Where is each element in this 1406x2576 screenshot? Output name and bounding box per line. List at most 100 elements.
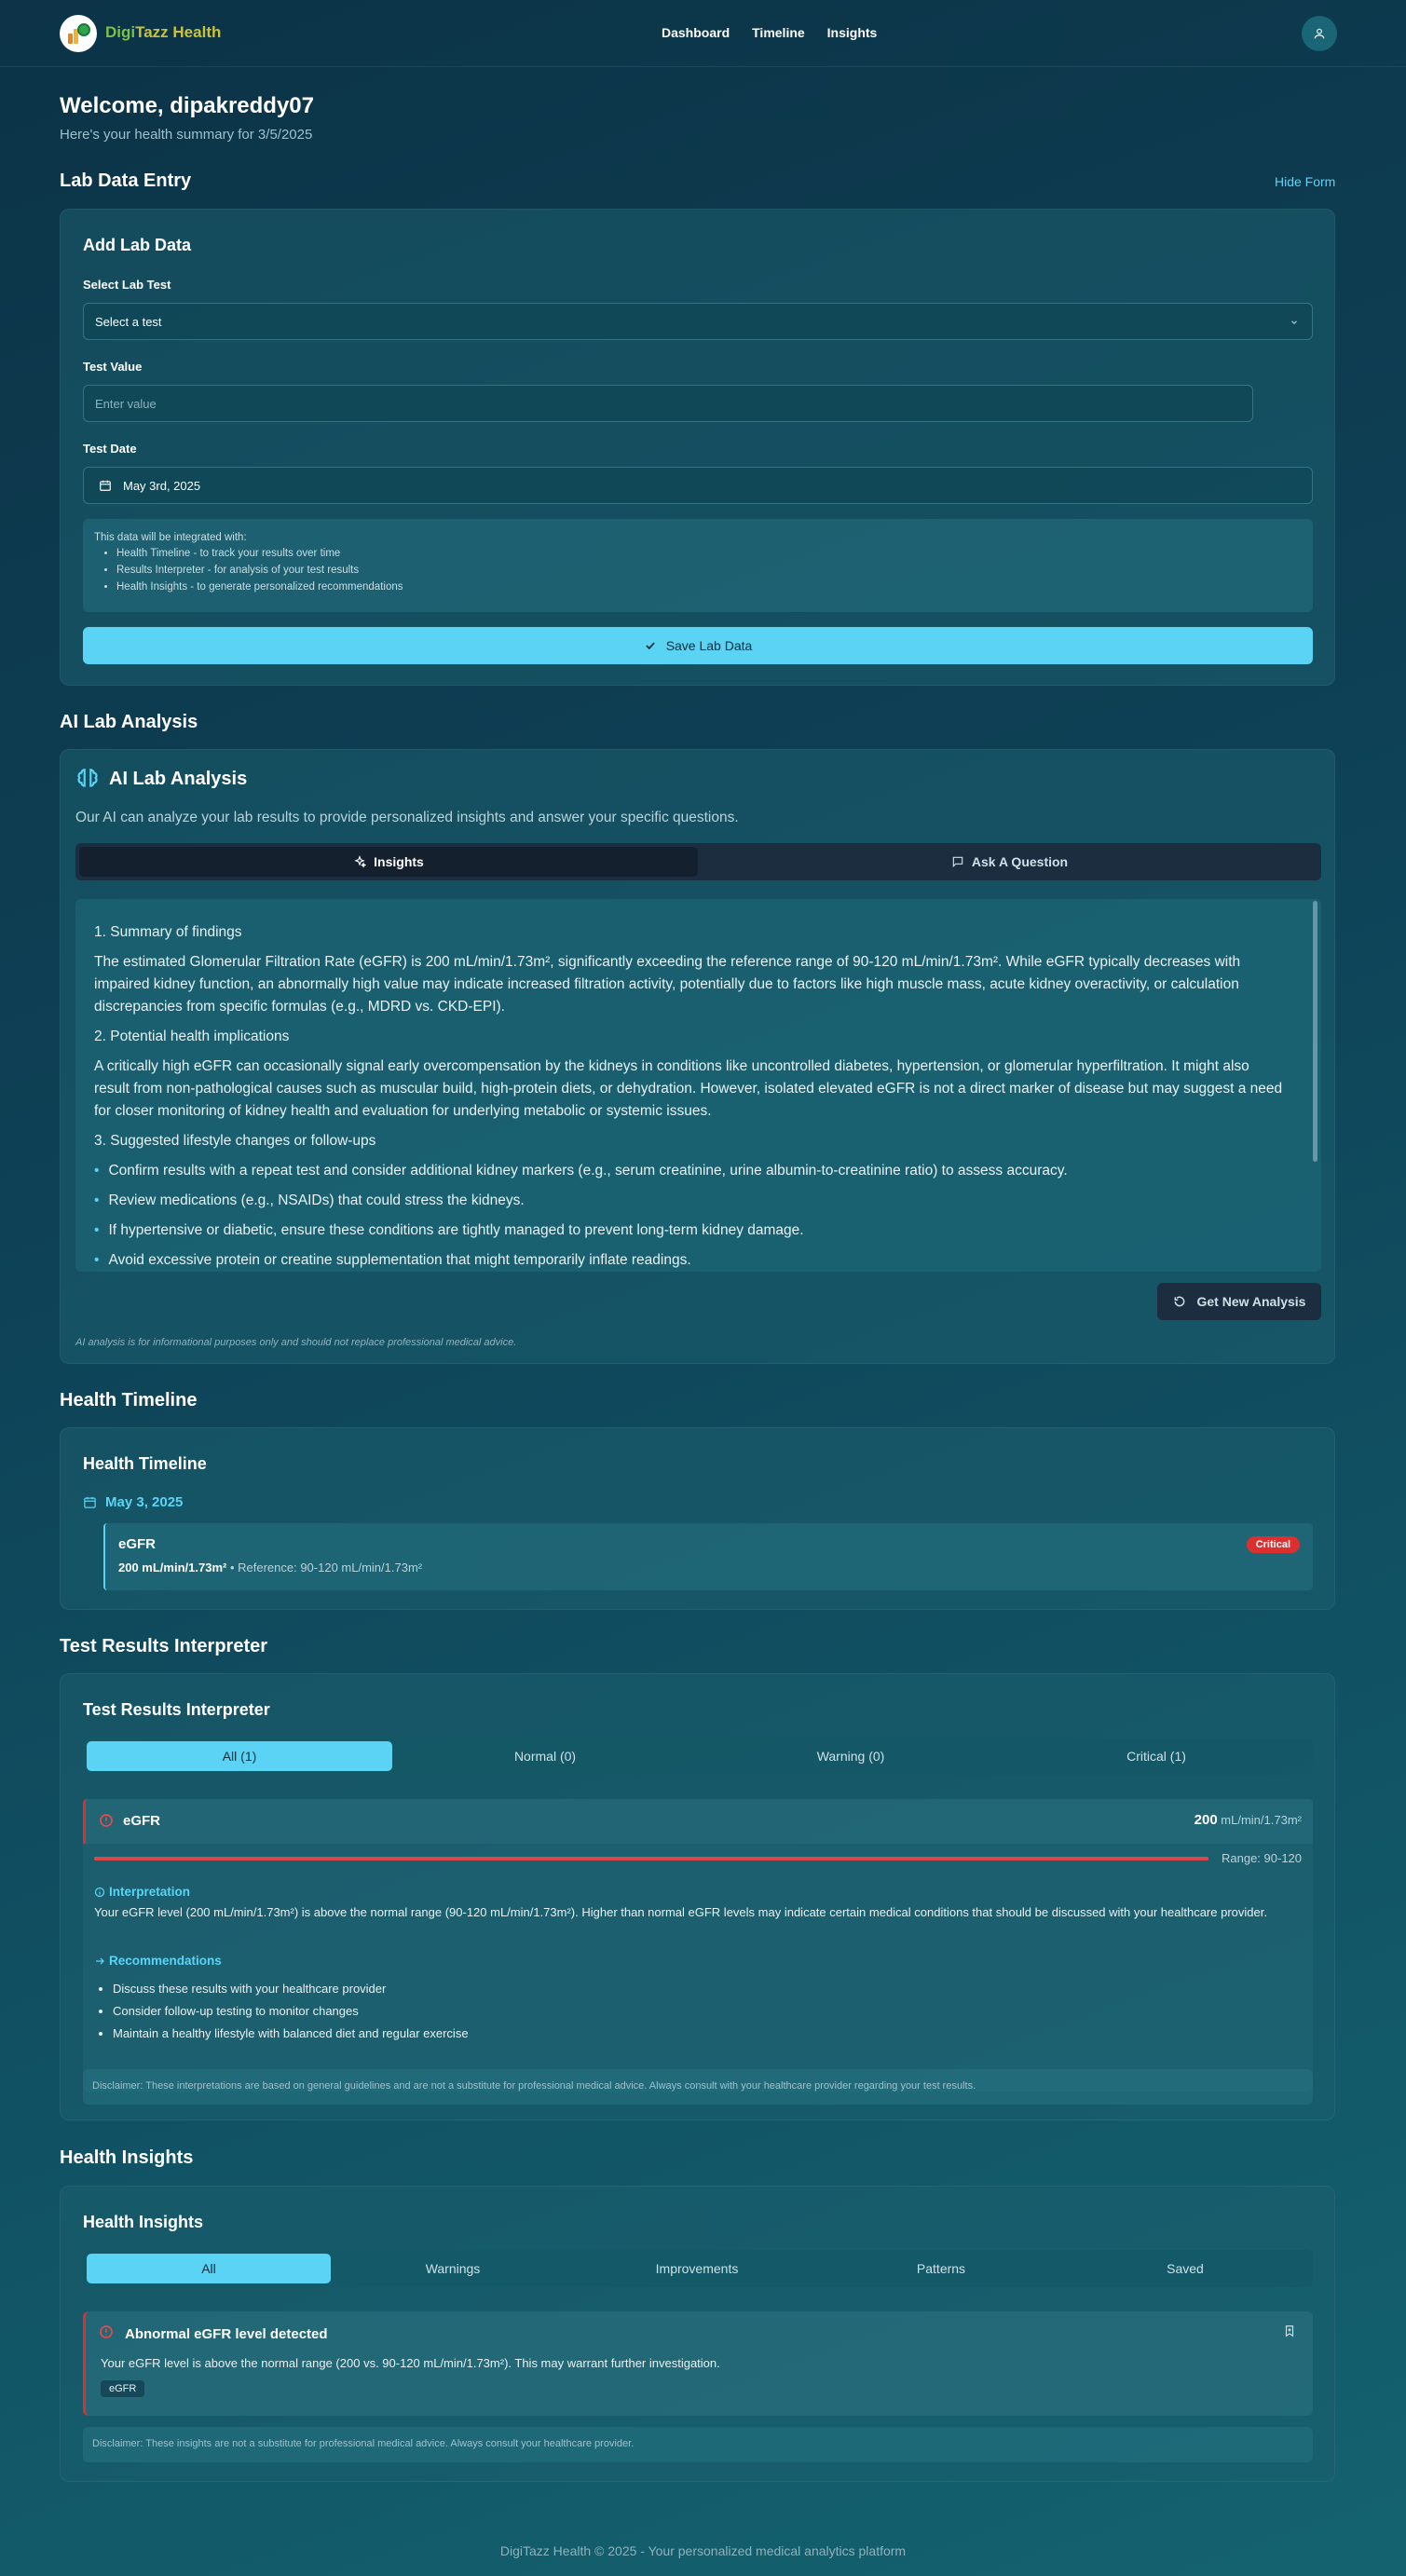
info-icon [94, 1887, 105, 1898]
lab-test-select[interactable]: Select a test [83, 303, 1313, 340]
test-date-value: May 3rd, 2025 [123, 478, 201, 493]
refresh-icon [1174, 1296, 1184, 1307]
analysis-bullet: • Confirm results with a repeat test and … [94, 1163, 1068, 1179]
check-icon [645, 642, 655, 650]
ai-analysis-section-title: AI Lab Analysis [60, 712, 198, 732]
brand-name[interactable]: DigiTazz Health [105, 23, 221, 42]
calendar-icon [100, 480, 111, 491]
interpreter-filter-tabs: All (1) Normal (0) Warning (0) Critical … [83, 1738, 1313, 1775]
top-nav: DigiTazz Health Dashboard Timeline Insig… [0, 0, 1406, 67]
alert-circle-icon [100, 2325, 113, 2338]
interpreter-disclaimer: Disclaimer: These interpretations are ba… [83, 2069, 1313, 2105]
arrow-right-icon [96, 1957, 104, 1965]
nav-link-dashboard[interactable]: Dashboard [662, 25, 730, 40]
test-value-field[interactable] [83, 385, 1253, 422]
insights-filter-tabs: All Warnings Improvements Patterns Saved [83, 2250, 1313, 2287]
calendar-icon [84, 1496, 96, 1508]
interpreter-section-title: Test Results Interpreter [60, 1636, 268, 1656]
select-lab-test-label: Select Lab Test [83, 278, 171, 292]
timeline-entry[interactable]: eGFR 200 mL/min/1.73m² • Reference: 90-1… [103, 1523, 1313, 1590]
analysis-bullet: • If hypertensive or diabetic, ensure the… [94, 1222, 804, 1238]
analysis-heading: 3. Suggested lifestyle changes or follow… [94, 1133, 376, 1149]
integration-item: Results Interpreter - for analysis of yo… [116, 565, 1302, 576]
interpretation-title: Interpretation [109, 1885, 191, 1899]
insights-section-title: Health Insights [60, 2147, 194, 2168]
insights-card: Health Insights All Warnings Improvement… [60, 2186, 1335, 2482]
critical-badge: Critical [1246, 1536, 1300, 1553]
integration-item: Health Insights - to generate personaliz… [116, 581, 1302, 593]
ai-analysis-tabs: Insights Ask A Question [75, 843, 1321, 880]
result-body: Range: 90-120 Interpretation Your eGFR l… [83, 1844, 1313, 2092]
tab-normal[interactable]: Normal (0) [392, 1741, 698, 1771]
test-date-label: Test Date [83, 442, 137, 456]
nav-link-insights[interactable]: Insights [827, 25, 878, 40]
integration-info-box: This data will be integrated with: Healt… [83, 519, 1313, 612]
insights-card-title: Health Insights [83, 2213, 204, 2231]
ai-disclaimer: AI analysis is for informational purpose… [75, 1337, 517, 1348]
insights-disclaimer: Disclaimer: These insights are not a sub… [83, 2427, 1313, 2462]
timeline-card-title: Health Timeline [83, 1454, 207, 1473]
result-unit: mL/min/1.73m² [1221, 1813, 1302, 1827]
analysis-heading: 1. Summary of findings [94, 924, 242, 940]
ai-analysis-description: Our AI can analyze your lab results to p… [75, 810, 739, 825]
analysis-bullet: • Avoid excessive protein or creatine sup… [94, 1252, 691, 1268]
insight-tag: eGFR [101, 2380, 145, 2397]
tab-critical[interactable]: Critical (1) [1003, 1741, 1309, 1771]
nav-link-timeline[interactable]: Timeline [752, 25, 805, 40]
tab-ask-a-question[interactable]: Ask A Question [702, 847, 1317, 877]
recommendations-title: Recommendations [109, 1954, 222, 1968]
result-range: Range: 90-120 [1222, 1851, 1303, 1865]
hide-form-link[interactable]: Hide Form [1275, 174, 1335, 189]
save-lab-data-button[interactable]: Save Lab Data [83, 627, 1313, 664]
tab-warnings[interactable]: Warnings [331, 2254, 575, 2283]
lab-entry-section-title: Lab Data Entry [60, 170, 192, 191]
bookmark-icon[interactable] [1283, 2324, 1296, 2337]
logo[interactable] [60, 15, 97, 52]
add-lab-data-title: Add Lab Data [83, 236, 192, 254]
user-avatar-button[interactable] [1302, 16, 1337, 51]
timeline-date: May 3, 2025 [105, 1494, 184, 1510]
integration-info-heading: This data will be integrated with: [94, 532, 247, 543]
timeline-entry-reference: • Reference: 90-120 mL/min/1.73m² [229, 1561, 423, 1574]
footer-text: DigiTazz Health © 2025 - Your personaliz… [499, 2543, 907, 2558]
tab-improvements[interactable]: Improvements [575, 2254, 819, 2283]
analysis-paragraph: The estimated Glomerular Filtration Rate… [94, 954, 1241, 1015]
test-value-label: Test Value [83, 360, 143, 374]
ai-analysis-card-title: AI Lab Analysis [109, 769, 248, 789]
brain-icon [77, 769, 98, 787]
chat-icon [952, 856, 963, 868]
lab-entry-card: Add Lab Data Select Lab Test Select a te… [60, 209, 1335, 686]
interpreter-card-title: Test Results Interpreter [83, 1700, 270, 1719]
test-date-picker[interactable]: May 3rd, 2025 [83, 467, 1313, 504]
lab-test-select-value: Select a test [95, 314, 162, 329]
nav-links: Dashboard Timeline Insights [662, 25, 877, 40]
recommendation-item: Discuss these results with your healthca… [113, 1978, 469, 2000]
range-bar-track [94, 1857, 1208, 1860]
result-header[interactable]: eGFR 200 mL/min/1.73m² [83, 1799, 1313, 1844]
tab-all[interactable]: All [87, 2254, 331, 2283]
analysis-heading: 2. Potential health implications [94, 1029, 290, 1044]
tab-insights[interactable]: Insights [79, 847, 698, 877]
chevron-down-icon [1291, 320, 1297, 325]
sparkles-icon [354, 855, 367, 868]
tab-patterns[interactable]: Patterns [819, 2254, 1063, 2283]
insight-alert[interactable]: Abnormal eGFR level detected Your eGFR l… [83, 2311, 1313, 2416]
welcome-subtitle: Here's your health summary for 3/5/2025 [60, 127, 313, 143]
integration-item: Health Timeline - to track your results … [116, 548, 1302, 559]
tab-warning[interactable]: Warning (0) [698, 1741, 1003, 1771]
tab-saved[interactable]: Saved [1063, 2254, 1307, 2283]
recommendation-item: Maintain a healthy lifestyle with balanc… [113, 2023, 469, 2045]
welcome-title: Welcome, dipakreddy07 [60, 93, 314, 118]
recommendation-item: Consider follow-up testing to monitor ch… [113, 2000, 469, 2023]
user-icon [1314, 28, 1325, 39]
analysis-content[interactable]: 1. Summary of findings The estimated Glo… [75, 899, 1321, 1272]
get-new-analysis-button[interactable]: Get New Analysis [1157, 1283, 1321, 1320]
result-value: 200 [1194, 1812, 1218, 1828]
tab-all[interactable]: All (1) [87, 1741, 392, 1771]
test-value-input[interactable] [95, 396, 1241, 411]
analysis-scrollbar[interactable] [1313, 901, 1317, 1162]
analysis-paragraph: A critically high eGFR can occasionally … [94, 1058, 1283, 1119]
range-bar-fill [94, 1857, 1208, 1860]
timeline-section-title: Health Timeline [60, 1390, 198, 1411]
insight-alert-text: Your eGFR level is above the normal rang… [101, 2356, 720, 2370]
